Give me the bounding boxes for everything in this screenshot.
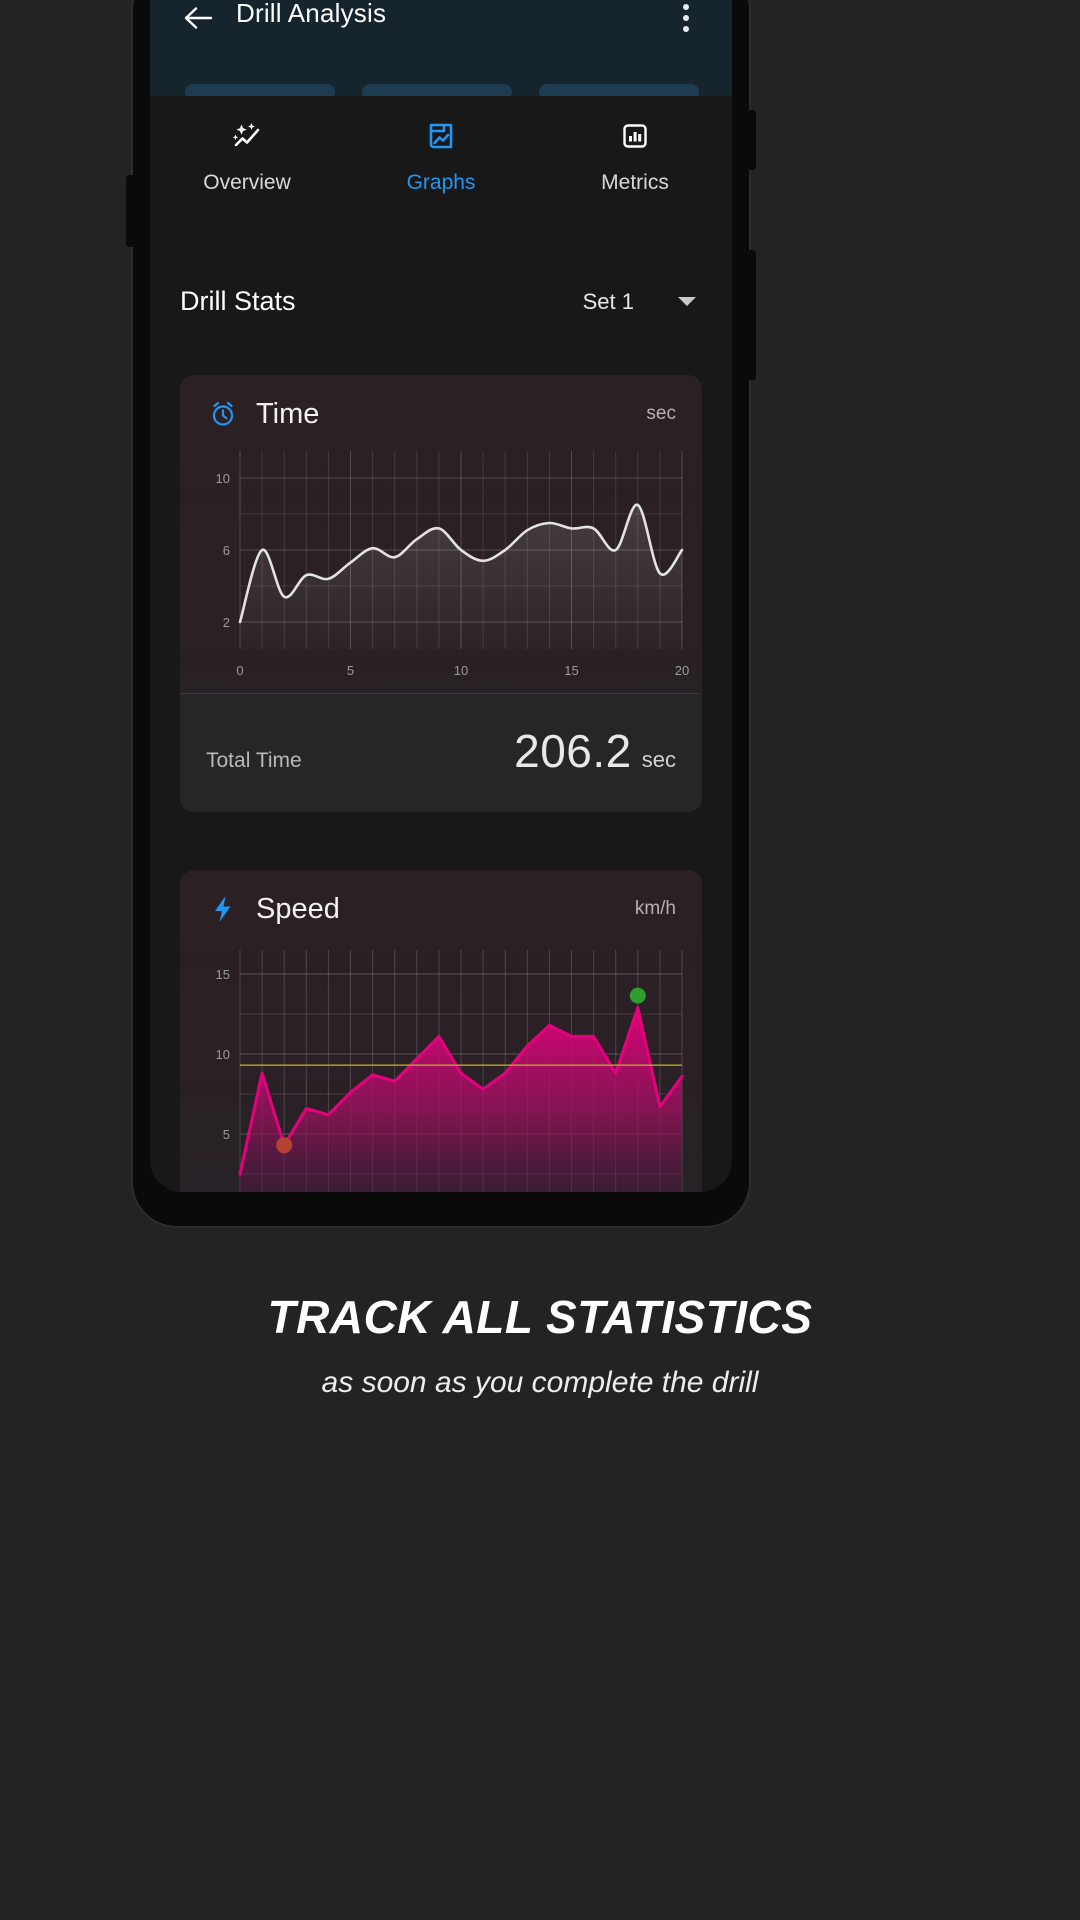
- svg-text:10: 10: [454, 663, 468, 678]
- tab-bar: Overview Graphs Metrics: [150, 96, 732, 232]
- tab-graphs-label: Graphs: [406, 171, 476, 194]
- screenshot-root: Drill Analysis Overview Graphs Metrics D…: [0, 0, 1080, 1920]
- marketing-block: TRACK ALL STATISTICS as soon as you comp…: [0, 1290, 1080, 1400]
- time-card-header: Time sec: [180, 375, 702, 437]
- time-card-title: Time: [256, 397, 320, 430]
- marketing-subtitle: as soon as you complete the drill: [321, 1366, 759, 1399]
- total-time-label: Total Time: [206, 749, 302, 772]
- total-time-unit: sec: [641, 747, 676, 772]
- svg-text:15: 15: [564, 663, 578, 678]
- more-vertical-icon[interactable]: [666, 0, 706, 42]
- speed-card-title: Speed: [256, 892, 340, 925]
- svg-text:15: 15: [216, 967, 230, 982]
- phone-volume-button: [126, 175, 135, 247]
- tab-overview[interactable]: Overview: [150, 118, 344, 224]
- phone-screen: Drill Analysis Overview Graphs Metrics D…: [150, 0, 732, 1192]
- app-bar: Drill Analysis: [150, 0, 732, 100]
- marketing-title: TRACK ALL STATISTICS: [267, 1291, 813, 1343]
- bar-chart-box-icon: [617, 118, 653, 159]
- phone-power-button: [747, 250, 756, 380]
- tab-overview-label: Overview: [203, 171, 291, 194]
- sparkle-trend-icon: [229, 118, 265, 159]
- svg-text:10: 10: [216, 471, 230, 486]
- svg-text:10: 10: [216, 1047, 230, 1062]
- speed-chart[interactable]: 5 10 15: [192, 936, 690, 1192]
- total-time-value-group: 206.2 sec: [514, 724, 676, 778]
- lightning-bolt-icon: [206, 892, 240, 926]
- set-selector-value: Set 1: [582, 288, 634, 314]
- tab-graphs[interactable]: Graphs: [344, 118, 538, 232]
- svg-text:6: 6: [223, 543, 230, 558]
- speed-card-header: Speed km/h: [180, 870, 702, 932]
- svg-text:20: 20: [675, 663, 689, 678]
- phone-side-button: [747, 110, 756, 170]
- section-title: Drill Stats: [180, 286, 296, 316]
- speed-card-unit: km/h: [634, 898, 676, 919]
- time-card-unit: sec: [646, 403, 676, 424]
- tab-metrics-label: Metrics: [601, 171, 669, 194]
- chevron-down-icon: [678, 297, 696, 306]
- appbar-chip-row: [150, 84, 732, 100]
- svg-text:2: 2: [223, 615, 230, 630]
- alarm-clock-icon: [206, 397, 240, 431]
- speed-card: Speed km/h 5 10 15: [180, 870, 702, 1192]
- page-title: Drill Analysis: [236, 0, 387, 28]
- tab-metrics[interactable]: Metrics: [538, 118, 732, 224]
- svg-text:5: 5: [347, 663, 354, 678]
- time-card: Time sec 2 6 10 0 5 10 15 20 Total Time 206.2 s…: [180, 375, 702, 812]
- time-card-footer: Total Time 206.2 sec: [180, 694, 702, 812]
- set-selector[interactable]: Set 1: [583, 289, 702, 315]
- time-chart[interactable]: 2 6 10 0 5 10 15 20: [192, 441, 690, 693]
- svg-text:0: 0: [236, 663, 243, 678]
- drill-stats-header: Drill Stats Set 1: [150, 224, 732, 317]
- chart-document-icon: [423, 118, 459, 159]
- svg-text:5: 5: [223, 1127, 230, 1142]
- total-time-value: 206.2: [514, 725, 632, 777]
- arrow-left-icon[interactable]: [176, 0, 220, 40]
- content-area: Drill Stats Set 1 Time sec 2 6 10 0 5 10…: [150, 224, 732, 1192]
